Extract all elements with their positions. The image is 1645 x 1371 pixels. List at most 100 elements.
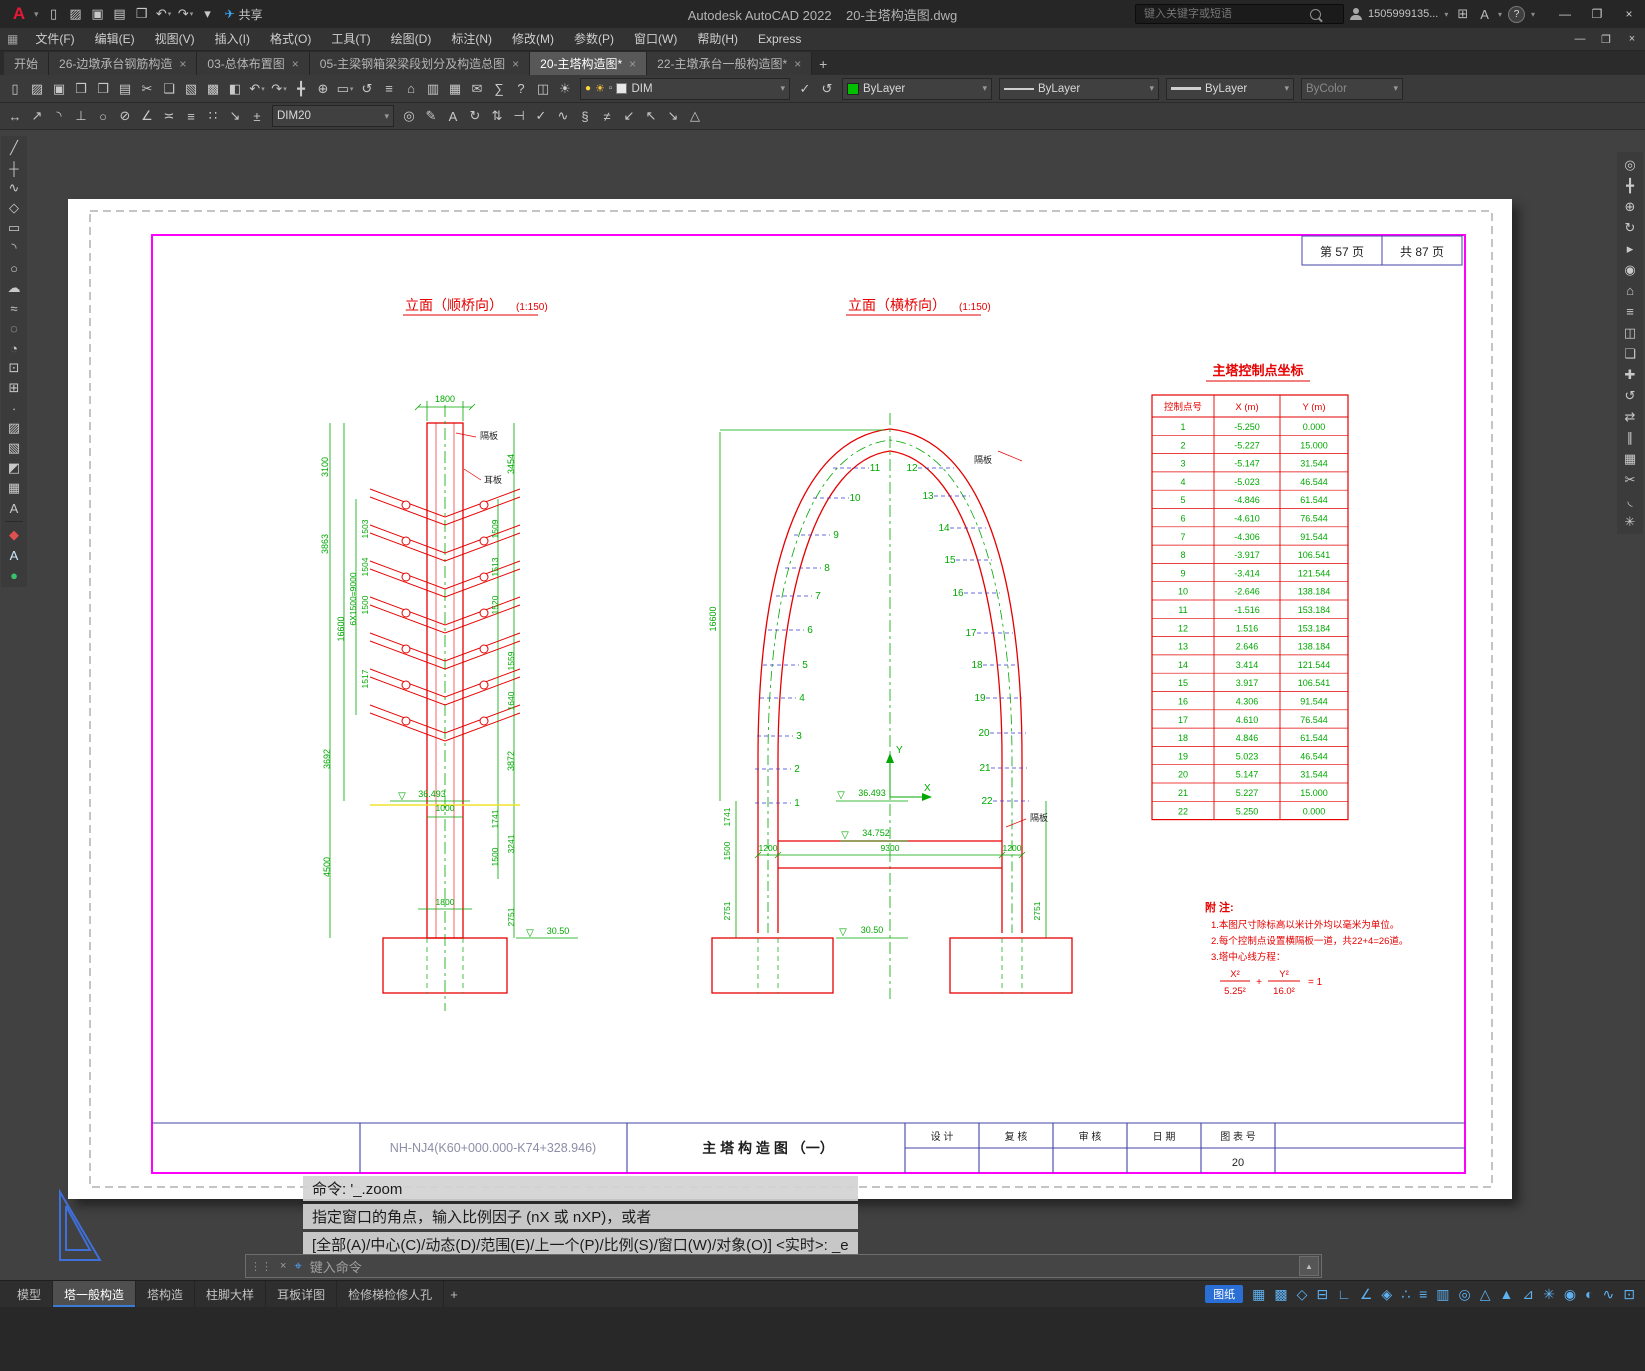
- menu-item[interactable]: 编辑(E): [85, 28, 145, 50]
- paste-icon[interactable]: ▧: [180, 78, 202, 99]
- multileader-icon[interactable]: ↘: [224, 106, 246, 127]
- autocad-logo-icon[interactable]: A: [4, 2, 34, 26]
- menu-item[interactable]: 视图(V): [145, 28, 205, 50]
- zoom-extents-icon[interactable]: ⊕: [1619, 196, 1641, 217]
- help-icon[interactable]: ?: [1507, 5, 1525, 23]
- text-style-icon[interactable]: A: [3, 545, 25, 565]
- command-prompt[interactable]: 键入命令: [310, 1257, 362, 1276]
- ortho-mode-icon[interactable]: ∟: [1337, 1286, 1351, 1302]
- open-file-icon[interactable]: ▨: [26, 78, 48, 99]
- share-button[interactable]: ✈ 共享: [225, 6, 263, 23]
- ordinate-dimension-icon[interactable]: ⊥: [70, 106, 92, 127]
- menu-item[interactable]: Express: [748, 28, 811, 50]
- paper-sheet[interactable]: 控制点号 X (m) Y (m) 1 -5.250 0.000 2 -5.227 15.000 3…: [68, 199, 1512, 1199]
- file-tab[interactable]: 22-主墩承台一般构造图* ×: [647, 52, 813, 75]
- revision-cloud-icon[interactable]: ☁: [3, 278, 25, 298]
- quick-calc-icon[interactable]: ∑: [488, 78, 510, 99]
- layer-on-icon[interactable]: ●: [585, 83, 591, 94]
- annotation-scale-icon[interactable]: ⊿: [1522, 1286, 1534, 1303]
- linetype-combo[interactable]: ByLayer ▾: [999, 77, 1159, 100]
- show-motion-icon[interactable]: ▸: [1619, 238, 1641, 259]
- workspace-switching-icon[interactable]: ✳: [1543, 1286, 1555, 1303]
- inspection-icon[interactable]: ✓: [530, 106, 552, 127]
- dimension-update-icon[interactable]: ↻: [464, 106, 486, 127]
- save-icon[interactable]: ▣: [48, 78, 70, 99]
- file-tab[interactable]: 20-主塔构造图* ×: [530, 52, 648, 75]
- block-editor-icon[interactable]: ◧: [224, 78, 246, 99]
- undo-icon[interactable]: ↶ ▾: [153, 4, 175, 25]
- doc-close-button[interactable]: ×: [1619, 28, 1645, 50]
- menu-item[interactable]: 插入(I): [205, 28, 260, 50]
- shopping-cart-icon[interactable]: ⊞: [1454, 6, 1471, 22]
- ellipse-arc-icon[interactable]: ◔: [3, 338, 25, 358]
- move-tool-icon[interactable]: ✚: [1619, 364, 1641, 385]
- hatch-icon[interactable]: ▨: [3, 418, 25, 438]
- quick-dimension-icon[interactable]: ≍: [158, 106, 180, 127]
- chevron-down-icon[interactable]: ▾: [1149, 83, 1154, 94]
- annotation-autoscale-icon[interactable]: ▲: [1500, 1286, 1514, 1302]
- graphics-performance-icon[interactable]: ∿: [1603, 1286, 1615, 1303]
- region-icon[interactable]: ◩: [3, 458, 25, 478]
- mirror-tool-icon[interactable]: ⇄: [1619, 406, 1641, 427]
- layout-tab[interactable]: 检修梯检修人孔: [337, 1281, 445, 1307]
- doc-restore-button[interactable]: ❐: [1593, 28, 1619, 50]
- full-navigation-wheel-icon[interactable]: ◎: [1619, 154, 1641, 175]
- offset-tool-icon[interactable]: ∥: [1619, 427, 1641, 448]
- layer-states-icon[interactable]: ☀: [554, 78, 576, 99]
- infer-constraints-icon[interactable]: ◇: [1297, 1286, 1308, 1303]
- polyline-icon[interactable]: ∿: [3, 178, 25, 198]
- menu-item[interactable]: 格式(O): [260, 28, 321, 50]
- chevron-down-icon[interactable]: ▾: [384, 111, 389, 122]
- plot-icon[interactable]: ❒: [131, 4, 153, 25]
- array-tool-icon[interactable]: ▦: [1619, 448, 1641, 469]
- dimension-break-icon[interactable]: ⊣: [508, 106, 530, 127]
- tab-close-icon[interactable]: ×: [794, 57, 801, 71]
- pan-hand-icon[interactable]: ╋: [1619, 175, 1641, 196]
- markup-set-manager-icon[interactable]: ✉: [466, 78, 488, 99]
- steering-wheel-icon[interactable]: ◉: [1619, 259, 1641, 280]
- lineweight-combo[interactable]: ByLayer ▾: [1166, 77, 1294, 100]
- center-mark-icon[interactable]: ◎: [398, 106, 420, 127]
- menu-item[interactable]: 工具(T): [321, 28, 380, 50]
- copy-tool-icon[interactable]: ❏: [1619, 343, 1641, 364]
- layout-tab[interactable]: 塔一般构造: [53, 1281, 137, 1307]
- menu-item[interactable]: 标注(N): [441, 28, 502, 50]
- menu-item[interactable]: 参数(P): [564, 28, 624, 50]
- drawing-canvas[interactable]: 控制点号 X (m) Y (m) 1 -5.250 0.000 2 -5.227 15.000 3…: [0, 130, 1645, 1280]
- line-icon[interactable]: ╱: [3, 138, 25, 158]
- redo-icon[interactable]: ↷ ▾: [268, 78, 290, 99]
- annotation-visibility-icon[interactable]: △: [1480, 1286, 1491, 1303]
- color-combo[interactable]: ByLayer ▾: [842, 77, 992, 100]
- trim-tool-icon[interactable]: ✂: [1619, 469, 1641, 490]
- layer-combo[interactable]: ● ☀ ▫ DIM ▾: [580, 77, 790, 100]
- arc-icon[interactable]: ◝: [3, 238, 25, 258]
- orbit-icon[interactable]: ↻: [1619, 217, 1641, 238]
- match-properties-icon[interactable]: ▩: [202, 78, 224, 99]
- mleader-collect-icon[interactable]: ↖: [640, 106, 662, 127]
- file-tab[interactable]: 05-主梁钢箱梁梁段划分及构造总图 ×: [309, 52, 531, 75]
- open-file-icon[interactable]: ▨: [65, 4, 87, 25]
- cut-icon[interactable]: ✂: [136, 78, 158, 99]
- arc-length-dimension-icon[interactable]: ◝: [48, 106, 70, 127]
- sheet-set-manager-icon[interactable]: ▦: [444, 78, 466, 99]
- command-history-toggle[interactable]: ▲: [1299, 1256, 1319, 1276]
- user-id[interactable]: 1505999135...: [1368, 8, 1438, 20]
- multiline-text-icon[interactable]: A: [3, 498, 25, 518]
- dim-override-icon[interactable]: ≠: [596, 106, 618, 127]
- tab-close-icon[interactable]: ×: [292, 57, 299, 71]
- chevron-down-icon[interactable]: ▾: [982, 83, 987, 94]
- pan-icon[interactable]: ╋: [290, 78, 312, 99]
- chevron-down-icon[interactable]: ▾: [1284, 83, 1289, 94]
- logo-dropdown-icon[interactable]: ▾: [34, 9, 39, 20]
- properties-icon[interactable]: ≡: [378, 78, 400, 99]
- undo-icon[interactable]: ↶ ▾: [246, 78, 268, 99]
- tool-palette-color-icon[interactable]: ◆: [3, 525, 25, 545]
- diameter-dimension-icon[interactable]: ⊘: [114, 106, 136, 127]
- aligned-dimension-icon[interactable]: ↗: [26, 106, 48, 127]
- construction-line-icon[interactable]: ┼: [3, 158, 25, 178]
- tab-close-icon[interactable]: ×: [512, 57, 519, 71]
- circle-icon[interactable]: ○: [3, 258, 25, 278]
- layer-thaw-icon[interactable]: ☀: [595, 82, 605, 95]
- clean-screen-icon[interactable]: ⊡: [1623, 1286, 1635, 1303]
- help-icon[interactable]: ?: [510, 78, 532, 99]
